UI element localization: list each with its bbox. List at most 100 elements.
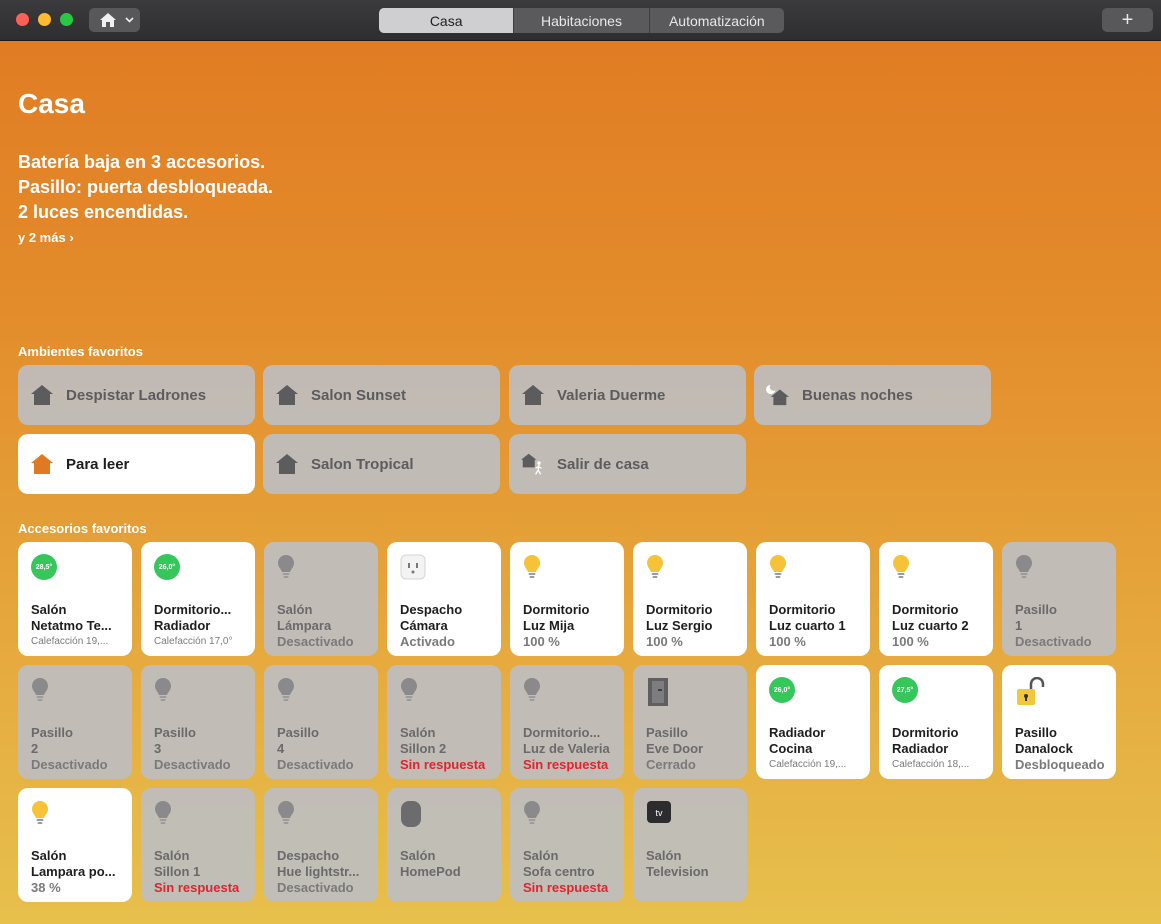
status-line: Pasillo: puerta desbloqueada. [18,177,274,197]
accessory-name: Hue lightstr... [277,864,360,879]
scene-button[interactable]: Salir de casa [509,434,746,494]
accessory-tile[interactable]: 27,5° Dormitorio Radiador Calefacción 18,..… [879,665,993,779]
page-title: Casa [18,88,85,119]
close-window-button[interactable] [16,13,29,26]
accessory-state: Desbloqueado [1015,757,1105,772]
house-icon [275,383,299,407]
appletv-icon: tv [646,800,747,834]
accessory-tile[interactable]: Dormitorio Luz Sergio 100 % [633,542,747,656]
bulb-icon [646,554,747,588]
more-status-link[interactable]: y 2 más › [18,230,74,245]
bulb-icon [277,554,378,588]
accessory-name: Sofa centro [523,864,595,879]
scene-button[interactable]: Salon Tropical [263,434,500,494]
accessory-state: Calefacción 19,... [31,636,109,647]
chevron-down-icon [125,17,134,23]
accessory-name: HomePod [400,864,461,879]
accessory-tile[interactable]: Despacho Cámara Activado [387,542,501,656]
bulb-icon [892,554,993,588]
bulb-icon [523,800,624,834]
accessory-name: Sillon 2 [400,741,447,756]
minimize-window-button[interactable] [38,13,51,26]
accessory-tile[interactable]: 26,0° Dormitorio... Radiador Calefacción 17… [141,542,255,656]
scene-button[interactable]: Buenas noches [754,365,991,425]
accessory-tile[interactable]: Pasillo 2 Desactivado [18,665,132,779]
accessory-name: Radiador [892,741,949,756]
scene-label: Salon Tropical [311,455,414,473]
tab-casa[interactable]: Casa [379,8,514,33]
house-icon [275,452,299,476]
accessory-room: Dormitorio... [523,725,601,740]
home-selector-button[interactable] [89,8,140,32]
accessory-tile[interactable]: tv Salón Television [633,788,747,902]
scene-label: Salir de casa [557,455,649,473]
accessory-state: Desactivado [277,880,354,895]
accessory-state: Cerrado [646,757,696,772]
home-status-summary[interactable]: Batería baja en 3 accesorios. Pasillo: p… [18,150,273,225]
bulb-icon [769,554,870,588]
accessory-tile[interactable]: Salón Sofa centro Sin respuesta [510,788,624,902]
bulb-icon [277,800,378,834]
scene-button[interactable]: Para leer [18,434,255,494]
accessory-tile[interactable]: Pasillo Danalock Desbloqueado [1002,665,1116,779]
accessory-tile[interactable]: 28,5° Salón Netatmo Te... Calefacción 19,..… [18,542,132,656]
accessory-tile[interactable]: Despacho Hue lightstr... Desactivado [264,788,378,902]
accessory-room: Despacho [277,848,340,863]
accessory-state: Desactivado [277,634,354,649]
accessory-name: Lampara po... [31,864,116,879]
accessory-room: Pasillo [1015,725,1057,740]
accessory-name: Radiador [154,618,211,633]
zoom-window-button[interactable] [60,13,73,26]
accessory-name: Luz de Valeria [523,741,610,756]
accessory-name: 1 [1015,618,1023,633]
accessory-tile[interactable]: 26,0° Radiador Cocina Calefacción 19,... [756,665,870,779]
accessory-state: Calefacción 19,... [769,759,847,770]
bulb-icon [154,800,255,834]
accessory-tile[interactable]: Pasillo 3 Desactivado [141,665,255,779]
accessory-tile[interactable]: Salón Lampara po... 38 % [18,788,132,902]
house-icon [99,12,117,28]
homepod-icon [400,800,501,834]
scene-label: Buenas noches [802,386,913,404]
accessory-tile[interactable]: Dormitorio... Luz de Valeria Sin respuesta [510,665,624,779]
accessory-name: Luz cuarto 2 [892,618,969,633]
accessory-state: Desactivado [277,757,354,772]
accessory-tile[interactable]: Dormitorio Luz cuarto 1 100 % [756,542,870,656]
scene-label: Salon Sunset [311,386,407,404]
bulb-icon [154,677,255,711]
accessory-state: Sin respuesta [154,880,240,895]
accessory-room: Pasillo [646,725,688,740]
bulb-icon [31,677,132,711]
accessory-tile[interactable]: Pasillo Eve Door Cerrado [633,665,747,779]
scene-button[interactable]: Salon Sunset [263,365,500,425]
accessory-tile[interactable]: Salón HomePod [387,788,501,902]
accessory-state: 100 % [769,634,806,649]
accessory-tile[interactable]: Salón Lámpara Desactivado [264,542,378,656]
accessory-tile[interactable]: Pasillo 1 Desactivado [1002,542,1116,656]
tab-automatizacion[interactable]: Automatización [648,8,784,33]
accessory-room: Pasillo [277,725,319,740]
tab-habitaciones[interactable]: Habitaciones [513,8,648,33]
accessory-tile[interactable]: Salón Sillon 1 Sin respuesta [141,788,255,902]
accessory-state: 100 % [523,634,560,649]
scene-button[interactable]: Despistar Ladrones [18,365,255,425]
accessory-state: Desactivado [1015,634,1092,649]
scene-button[interactable]: Valeria Duerme [509,365,746,425]
accessory-room: Salón [31,602,67,617]
accessory-tile[interactable]: Salón Sillon 2 Sin respuesta [387,665,501,779]
accessory-tile[interactable]: Pasillo 4 Desactivado [264,665,378,779]
accessory-state: 100 % [646,634,683,649]
temperature-badge: 27,5° [892,677,918,703]
accessory-tile[interactable]: Dormitorio Luz Mija 100 % [510,542,624,656]
accessory-state: Desactivado [31,757,108,772]
bulb-icon [1015,554,1116,588]
add-button[interactable]: + [1102,8,1153,32]
accessory-name: Sillon 1 [154,864,201,879]
accessory-room: Dormitorio [892,602,959,617]
accessory-name: Cámara [400,618,448,633]
accessory-name: Luz Mija [523,618,575,633]
bulb-icon [277,677,378,711]
accessory-name: Lámpara [277,618,332,633]
scene-label: Para leer [66,455,130,473]
accessory-tile[interactable]: Dormitorio Luz cuarto 2 100 % [879,542,993,656]
